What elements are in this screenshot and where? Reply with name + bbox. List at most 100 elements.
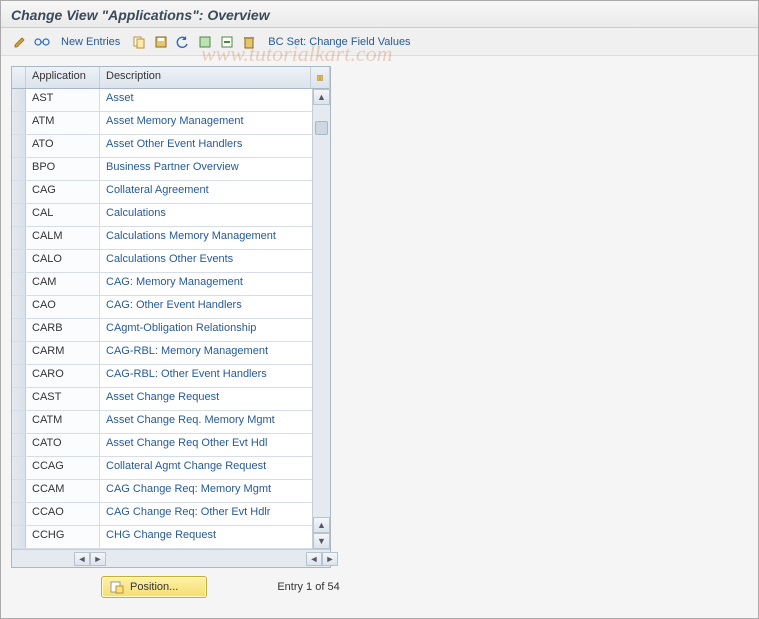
column-application[interactable]: Application (26, 67, 100, 88)
cell-description[interactable]: Asset Change Req Other Evt Hdl (100, 434, 312, 456)
row-selector[interactable] (12, 181, 26, 203)
row-selector[interactable] (12, 434, 26, 456)
scroll-left2-icon[interactable]: ◄ (306, 552, 322, 566)
cell-application[interactable]: CCAM (26, 480, 100, 502)
cell-description[interactable]: Collateral Agmt Change Request (100, 457, 312, 479)
cell-application[interactable]: CALO (26, 250, 100, 272)
row-selector[interactable] (12, 158, 26, 180)
table-row[interactable]: BPOBusiness Partner Overview (12, 158, 312, 181)
table-row[interactable]: CALOCalculations Other Events (12, 250, 312, 273)
vertical-scrollbar[interactable]: ▲ ▲ ▼ (312, 89, 330, 549)
cell-application[interactable]: CARM (26, 342, 100, 364)
cell-application[interactable]: CAL (26, 204, 100, 226)
row-selector[interactable] (12, 296, 26, 318)
scroll-up-icon[interactable]: ▲ (313, 89, 330, 105)
cell-application[interactable]: CCHG (26, 526, 100, 548)
table-row[interactable]: CAOCAG: Other Event Handlers (12, 296, 312, 319)
cell-description[interactable]: Calculations Other Events (100, 250, 312, 272)
row-selector[interactable] (12, 411, 26, 433)
undo-icon[interactable] (174, 33, 192, 51)
cell-description[interactable]: Collateral Agreement (100, 181, 312, 203)
table-row[interactable]: CCAGCollateral Agmt Change Request (12, 457, 312, 480)
cell-application[interactable]: CATM (26, 411, 100, 433)
cell-description[interactable]: CAG Change Req: Memory Mgmt (100, 480, 312, 502)
column-selector[interactable] (12, 67, 26, 88)
delete-icon[interactable] (240, 33, 258, 51)
bcset-button[interactable]: BC Set: Change Field Values (262, 34, 416, 50)
save-icon[interactable] (152, 33, 170, 51)
cell-application[interactable]: CARB (26, 319, 100, 341)
cell-application[interactable]: CATO (26, 434, 100, 456)
table-row[interactable]: ATMAsset Memory Management (12, 112, 312, 135)
table-row[interactable]: CCAMCAG Change Req: Memory Mgmt (12, 480, 312, 503)
table-row[interactable]: ATOAsset Other Event Handlers (12, 135, 312, 158)
row-selector[interactable] (12, 526, 26, 548)
row-selector[interactable] (12, 365, 26, 387)
row-selector[interactable] (12, 342, 26, 364)
select-all-icon[interactable] (196, 33, 214, 51)
cell-description[interactable]: CAgmt-Obligation Relationship (100, 319, 312, 341)
scroll-down2-icon[interactable]: ▼ (313, 533, 330, 549)
cell-application[interactable]: CALM (26, 227, 100, 249)
cell-application[interactable]: CAO (26, 296, 100, 318)
position-button[interactable]: Position... (101, 576, 207, 598)
table-row[interactable]: CARBCAgmt-Obligation Relationship (12, 319, 312, 342)
table-row[interactable]: CASTAsset Change Request (12, 388, 312, 411)
new-entries-button[interactable]: New Entries (55, 34, 126, 50)
table-row[interactable]: CAGCollateral Agreement (12, 181, 312, 204)
cell-application[interactable]: BPO (26, 158, 100, 180)
cell-description[interactable]: Business Partner Overview (100, 158, 312, 180)
row-selector[interactable] (12, 204, 26, 226)
cell-description[interactable]: CAG: Memory Management (100, 273, 312, 295)
cell-application[interactable]: CAST (26, 388, 100, 410)
row-selector[interactable] (12, 457, 26, 479)
cell-application[interactable]: AST (26, 89, 100, 111)
cell-description[interactable]: Asset Change Request (100, 388, 312, 410)
glasses-icon[interactable] (33, 33, 51, 51)
row-selector[interactable] (12, 250, 26, 272)
cell-description[interactable]: CAG Change Req: Other Evt Hdlr (100, 503, 312, 525)
cell-application[interactable]: CCAO (26, 503, 100, 525)
row-selector[interactable] (12, 388, 26, 410)
table-row[interactable]: CATOAsset Change Req Other Evt Hdl (12, 434, 312, 457)
cell-description[interactable]: Calculations (100, 204, 312, 226)
cell-description[interactable]: CAG-RBL: Other Event Handlers (100, 365, 312, 387)
cell-description[interactable]: CHG Change Request (100, 526, 312, 548)
cell-description[interactable]: Asset (100, 89, 312, 111)
column-description[interactable]: Description (100, 67, 330, 88)
cell-description[interactable]: Asset Change Req. Memory Mgmt (100, 411, 312, 433)
cell-application[interactable]: ATM (26, 112, 100, 134)
table-row[interactable]: ASTAsset (12, 89, 312, 112)
scroll-thumb[interactable] (315, 121, 328, 135)
deselect-all-icon[interactable] (218, 33, 236, 51)
row-selector[interactable] (12, 480, 26, 502)
scroll-down-icon[interactable]: ▲ (313, 517, 330, 533)
table-row[interactable]: CALCalculations (12, 204, 312, 227)
table-row[interactable]: CARMCAG-RBL: Memory Management (12, 342, 312, 365)
table-row[interactable]: CATMAsset Change Req. Memory Mgmt (12, 411, 312, 434)
table-row[interactable]: CCHGCHG Change Request (12, 526, 312, 549)
horizontal-scrollbar[interactable]: ◄ ► ◄ ► (12, 549, 330, 567)
row-selector[interactable] (12, 112, 26, 134)
row-selector[interactable] (12, 273, 26, 295)
cell-application[interactable]: ATO (26, 135, 100, 157)
table-row[interactable]: CAROCAG-RBL: Other Event Handlers (12, 365, 312, 388)
table-row[interactable]: CAMCAG: Memory Management (12, 273, 312, 296)
cell-description[interactable]: CAG-RBL: Memory Management (100, 342, 312, 364)
row-selector[interactable] (12, 135, 26, 157)
scroll-left-icon[interactable]: ◄ (74, 552, 90, 566)
cell-application[interactable]: CAG (26, 181, 100, 203)
row-selector[interactable] (12, 319, 26, 341)
table-row[interactable]: CALMCalculations Memory Management (12, 227, 312, 250)
row-selector[interactable] (12, 227, 26, 249)
scroll-right-icon[interactable]: ► (90, 552, 106, 566)
cell-application[interactable]: CARO (26, 365, 100, 387)
copy-icon[interactable] (130, 33, 148, 51)
row-selector[interactable] (12, 89, 26, 111)
cell-description[interactable]: Asset Other Event Handlers (100, 135, 312, 157)
cell-application[interactable]: CAM (26, 273, 100, 295)
cell-description[interactable]: Calculations Memory Management (100, 227, 312, 249)
table-row[interactable]: CCAOCAG Change Req: Other Evt Hdlr (12, 503, 312, 526)
row-selector[interactable] (12, 503, 26, 525)
cell-description[interactable]: CAG: Other Event Handlers (100, 296, 312, 318)
